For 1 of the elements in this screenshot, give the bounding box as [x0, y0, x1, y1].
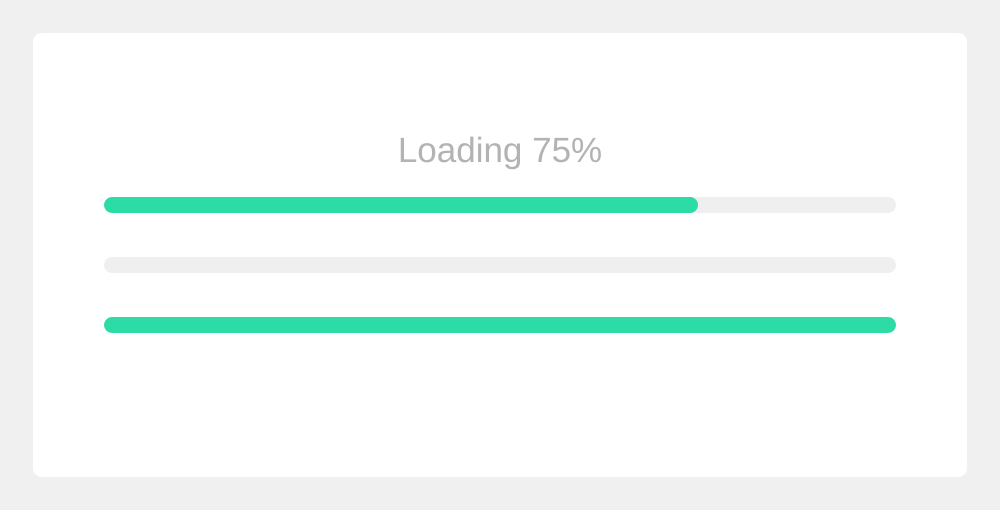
loading-title: Loading 75% — [396, 130, 604, 172]
